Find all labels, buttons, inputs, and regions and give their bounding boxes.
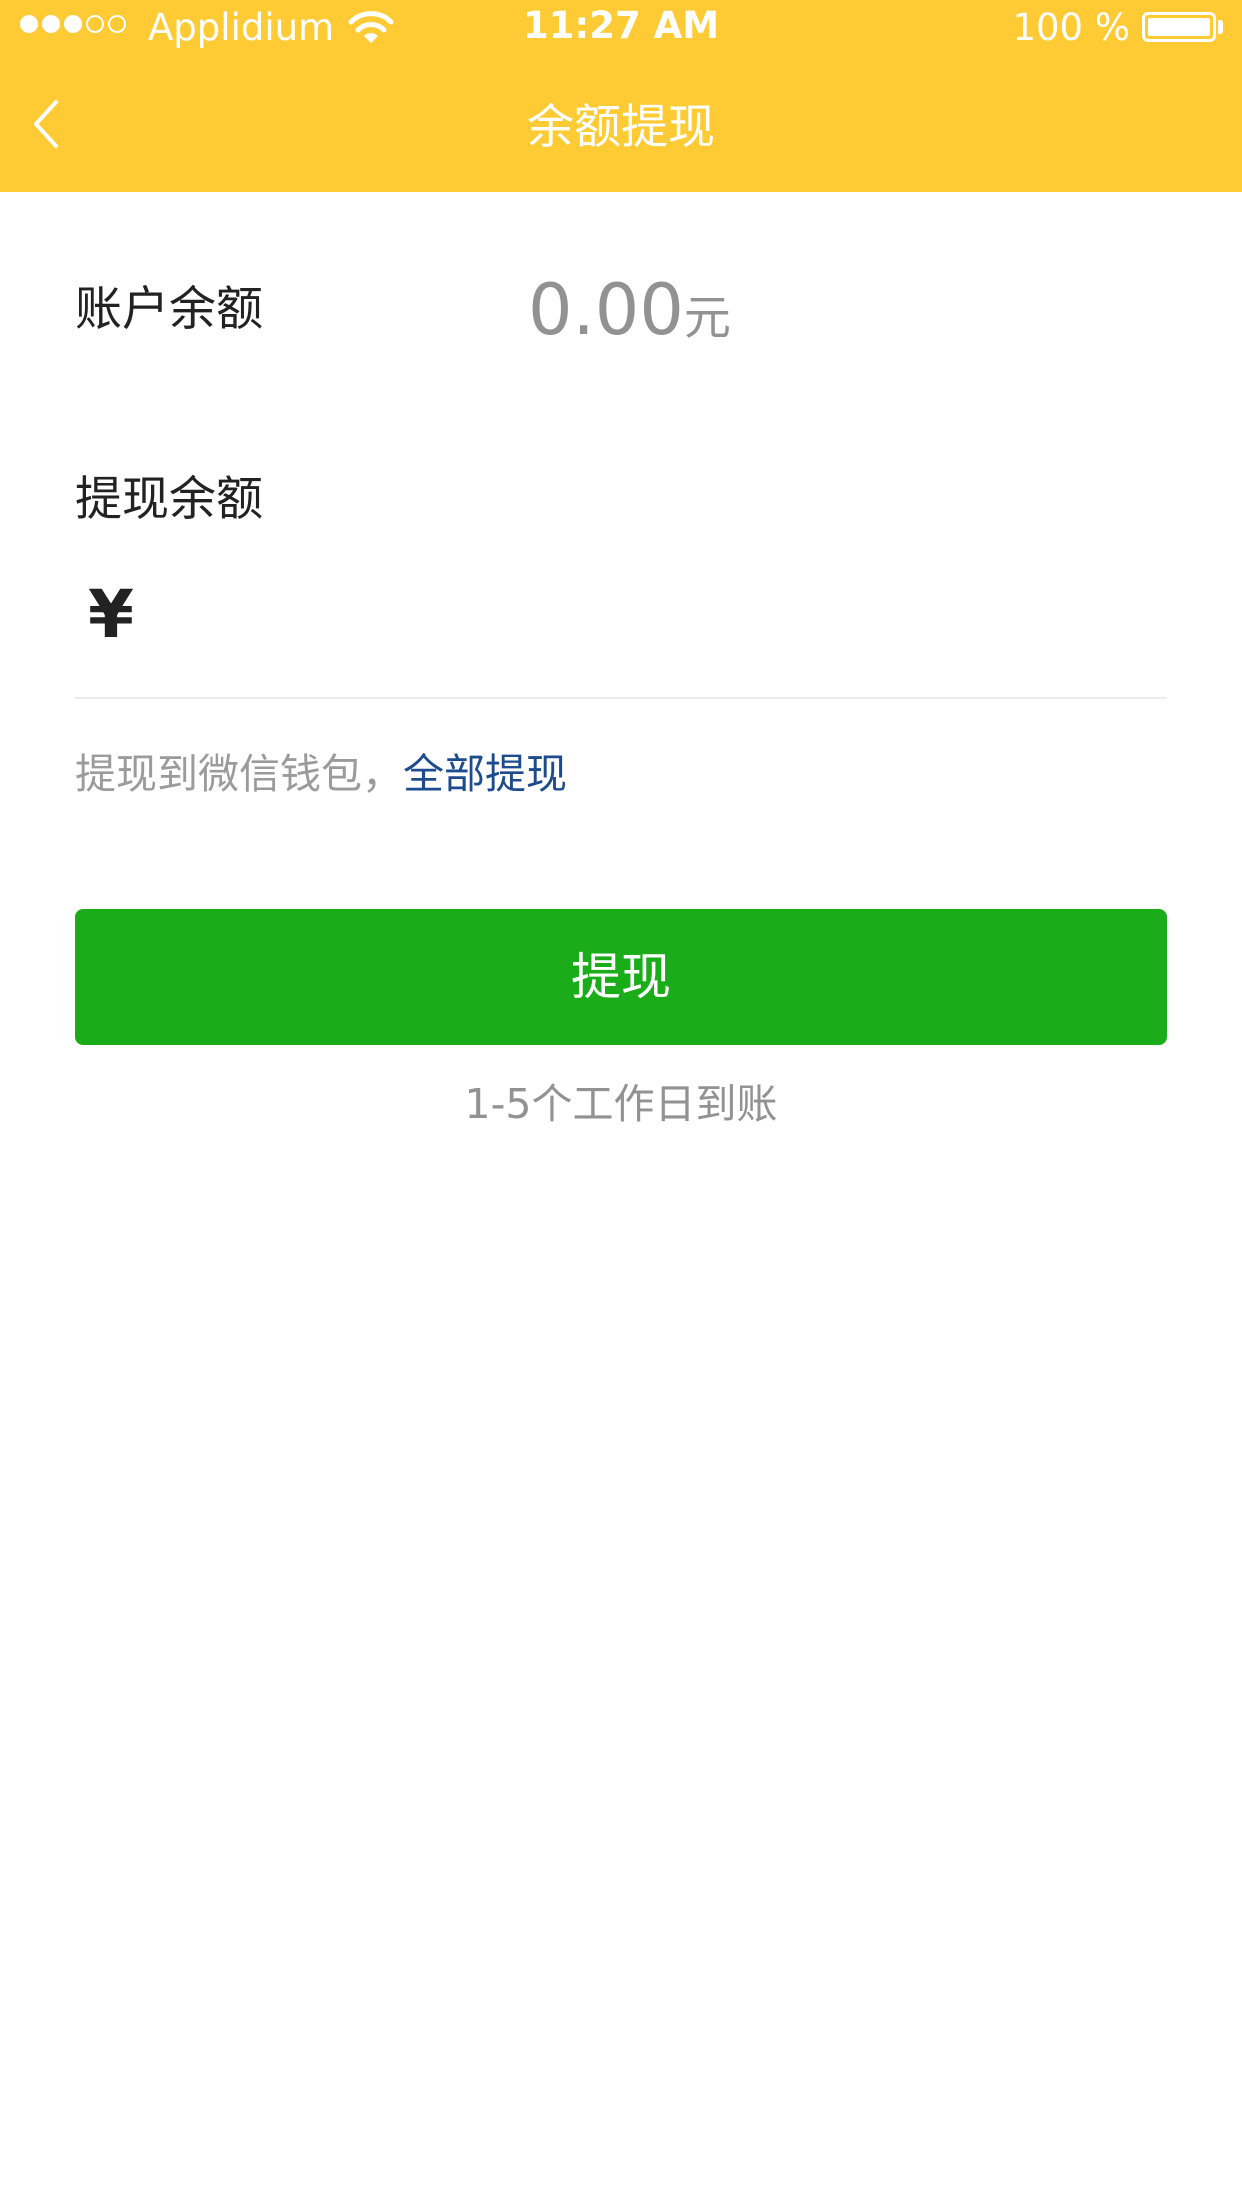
withdraw-button[interactable]: 提现: [75, 909, 1167, 1045]
status-bar: Applidium 11:27 AM 100 %: [0, 0, 1242, 56]
withdraw-amount-label: 提现余额: [75, 472, 263, 527]
currency-symbol: ¥: [88, 576, 134, 653]
battery-tip: [1218, 20, 1223, 34]
withdraw-hint: 提现到微信钱包，全部提现: [75, 746, 567, 802]
withdraw-destination-text: 提现到微信钱包，: [75, 750, 403, 798]
account-balance-label: 账户余额: [75, 282, 263, 337]
battery-icon: [1142, 12, 1216, 42]
navigation-header: Applidium 11:27 AM 100 % 余额提现: [0, 0, 1242, 192]
arrival-time-note: 1-5个工作日到账: [464, 1080, 778, 1128]
divider: [75, 697, 1167, 699]
battery-percentage: 100 %: [1012, 6, 1130, 49]
page-title: 余额提现: [527, 100, 715, 155]
balance-unit: 元: [683, 291, 731, 346]
account-balance-value: 0.00元: [528, 268, 731, 361]
battery-fill: [1148, 18, 1210, 36]
withdraw-amount-input[interactable]: [150, 580, 1170, 654]
withdraw-all-link[interactable]: 全部提现: [403, 750, 567, 798]
balance-amount: 0.00: [528, 269, 684, 351]
